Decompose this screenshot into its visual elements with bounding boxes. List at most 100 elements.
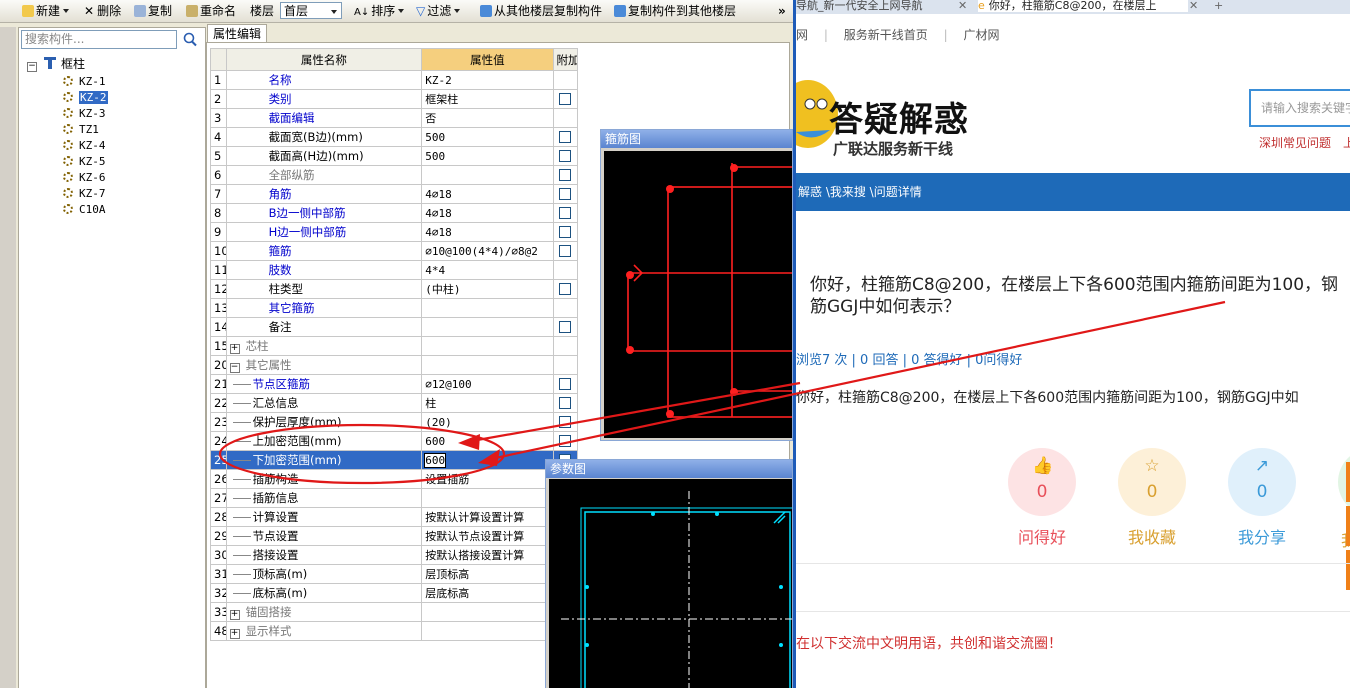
property-row[interactable]: 11 肢数 4*4 <box>210 260 578 280</box>
extra-checkbox[interactable] <box>559 131 572 143</box>
row-value-cell[interactable] <box>421 336 554 356</box>
property-row[interactable]: 21 节点区箍筋 ⌀12@100 <box>210 374 578 394</box>
extra-checkbox[interactable] <box>559 416 572 428</box>
row-value-cell[interactable] <box>421 488 554 508</box>
property-row[interactable]: 23 保护层厚度(mm) (20) <box>210 412 578 432</box>
tab2-close-icon[interactable]: ✕ <box>1189 0 1198 12</box>
row-value-cell[interactable]: ⌀10@100(4*4)/⌀8@2 <box>421 241 554 261</box>
row-value-cell[interactable] <box>421 602 554 622</box>
hot-link-shenzhen[interactable]: 深圳常见问题 <box>1259 136 1331 150</box>
property-row[interactable]: 22 汇总信息 柱 <box>210 393 578 413</box>
property-row[interactable]: 9 H边一侧中部筋 4⌀18 <box>210 222 578 242</box>
collapse-icon[interactable]: − <box>229 363 240 373</box>
floor-select[interactable]: 首层 <box>280 2 342 19</box>
property-row[interactable]: 6 全部纵筋 <box>210 165 578 185</box>
tree-item[interactable]: KZ-5 <box>63 154 106 170</box>
row-value-cell[interactable] <box>421 355 554 375</box>
property-row[interactable]: 30 搭接设置 按默认搭接设置计算 <box>210 545 578 565</box>
copy-to-floor-button[interactable]: 复制构件到其他楼层 <box>614 3 736 19</box>
search-input[interactable]: 搜索构件... <box>21 30 177 49</box>
row-value-cell[interactable]: 层顶标高 <box>421 564 554 584</box>
nav-link-2[interactable]: 服务新干线首页 <box>844 28 928 42</box>
row-value-cell[interactable]: 4⌀18 <box>421 203 554 223</box>
filter-button[interactable]: ▽ 过滤 <box>416 3 461 19</box>
more-button[interactable]: » <box>778 3 786 19</box>
property-row[interactable]: 15+ 芯柱 <box>210 336 578 356</box>
extra-checkbox[interactable] <box>559 188 572 200</box>
expand-icon[interactable]: + <box>229 344 240 354</box>
row-value-cell[interactable]: 4⌀18 <box>421 222 554 242</box>
row-value-cell[interactable]: 柱 <box>421 393 554 413</box>
property-row[interactable]: 26 插筋构造 设置插筋 <box>210 469 578 489</box>
expand-icon[interactable]: + <box>229 629 240 639</box>
extra-checkbox[interactable] <box>559 435 572 447</box>
extra-checkbox[interactable] <box>559 93 572 105</box>
extra-checkbox[interactable] <box>559 169 572 181</box>
extra-checkbox[interactable] <box>559 283 572 295</box>
row-value-cell[interactable]: 按默认计算设置计算 <box>421 507 554 527</box>
property-row[interactable]: 8 B边一侧中部筋 4⌀18 <box>210 203 578 223</box>
row-value-cell[interactable]: 500 <box>421 127 554 147</box>
extra-checkbox[interactable] <box>559 378 572 390</box>
property-row[interactable]: 4 截面宽(B边)(mm) 500 <box>210 127 578 147</box>
hot-link-2[interactable]: 上 <box>1343 136 1350 150</box>
row-value-cell[interactable]: 层底标高 <box>421 583 554 603</box>
row-value-cell[interactable]: 4*4 <box>421 260 554 280</box>
property-row[interactable]: 7 角筋 4⌀18 <box>210 184 578 204</box>
extra-checkbox[interactable] <box>559 245 572 257</box>
row-value-cell[interactable]: 600 <box>421 431 554 451</box>
property-row[interactable]: 3 截面编辑 否 <box>210 108 578 128</box>
row-value-cell[interactable]: 按默认节点设置计算 <box>421 526 554 546</box>
tree-item[interactable]: KZ-7 <box>63 186 106 202</box>
row-value-cell[interactable]: 否 <box>421 108 554 128</box>
property-row[interactable]: 27 插筋信息 <box>210 488 578 508</box>
stirrup-diagram-window[interactable]: 箍筋图 <box>600 129 793 441</box>
row-value-cell[interactable] <box>421 165 554 185</box>
delete-button[interactable]: ✕ 删除 <box>84 3 121 19</box>
property-row[interactable]: 1 名称 KZ-2 <box>210 70 578 90</box>
property-row[interactable]: 25 下加密范围(mm) 600 <box>210 450 578 470</box>
tree-item[interactable]: KZ-6 <box>63 170 106 186</box>
property-row[interactable]: 12 柱类型 (中柱) <box>210 279 578 299</box>
extra-checkbox[interactable] <box>559 226 572 238</box>
row-value-cell[interactable] <box>421 621 554 641</box>
property-row[interactable]: 5 截面高(H边)(mm) 500 <box>210 146 578 166</box>
extra-checkbox[interactable] <box>559 150 572 162</box>
share-button[interactable]: ↗ 0 我分享 <box>1228 448 1296 548</box>
copy-button[interactable]: 复制 <box>134 3 172 19</box>
browser-tab-1[interactable]: 导航_新一代安全上网导航 <box>796 0 956 12</box>
site-search-input[interactable]: 请输入搜索关键字 <box>1249 89 1350 127</box>
property-row[interactable]: 20−其它属性 <box>210 355 578 375</box>
property-row[interactable]: 33+ 锚固搭接 <box>210 602 578 622</box>
property-row[interactable]: 48+ 显示样式 <box>210 621 578 641</box>
collapse-icon[interactable]: − <box>27 62 37 72</box>
property-row[interactable]: 32 底标高(m) 层底标高 <box>210 583 578 603</box>
ask-good-button[interactable]: 👍 0 问得好 <box>1008 448 1076 548</box>
property-row[interactable]: 31 顶标高(m) 层顶标高 <box>210 564 578 584</box>
tree-root[interactable]: − 框柱 <box>27 56 85 72</box>
extra-checkbox[interactable] <box>559 207 572 219</box>
property-row[interactable]: 10 箍筋 ⌀10@100(4*4)/⌀8@2 <box>210 241 578 261</box>
row-value-cell[interactable] <box>421 298 554 318</box>
property-row[interactable]: 14 备注 <box>210 317 578 337</box>
tree-item[interactable]: KZ-3 <box>63 106 106 122</box>
row-value-cell[interactable]: (20) <box>421 412 554 432</box>
extra-checkbox[interactable] <box>559 321 572 333</box>
expand-icon[interactable]: + <box>229 610 240 620</box>
row-value-cell[interactable]: 4⌀18 <box>421 184 554 204</box>
browser-tab-2[interactable]: e 你好，柱箍筋C8@200，在楼层上 <box>978 0 1188 12</box>
tree-item[interactable]: TZ1 <box>63 122 99 138</box>
row-value-cell[interactable]: 框架柱 <box>421 89 554 109</box>
favorite-button[interactable]: ☆ 0 我收藏 <box>1118 448 1186 548</box>
parameter-diagram-window[interactable]: 参数图 <box>545 459 793 688</box>
row-value-cell[interactable]: 按默认搭接设置计算 <box>421 545 554 565</box>
rename-button[interactable]: 重命名 <box>186 3 236 19</box>
tree-item[interactable]: KZ-1 <box>63 74 106 90</box>
property-row[interactable]: 29 节点设置 按默认节点设置计算 <box>210 526 578 546</box>
tree-item[interactable]: KZ-4 <box>63 138 106 154</box>
sort-button[interactable]: A↓ 排序 <box>354 3 405 19</box>
row-value-cell[interactable]: 设置插筋 <box>421 469 554 489</box>
property-row[interactable]: 28 计算设置 按默认计算设置计算 <box>210 507 578 527</box>
row-value-cell[interactable]: ⌀12@100 <box>421 374 554 394</box>
property-row[interactable]: 13 其它箍筋 <box>210 298 578 318</box>
